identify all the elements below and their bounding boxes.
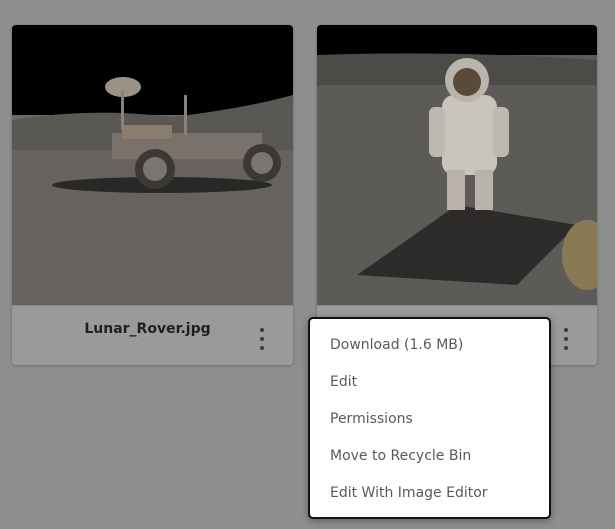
card-footer: Lunar_Rover.jpg [12, 305, 293, 365]
menu-item-download[interactable]: Download (1.6 MB) [310, 327, 549, 364]
menu-item-permissions[interactable]: Permissions [310, 401, 549, 438]
menu-item-move-to-recycle-bin[interactable]: Move to Recycle Bin [310, 438, 549, 475]
file-card-astronaut[interactable] [317, 25, 597, 365]
context-menu: Download (1.6 MB) Edit Permissions Move … [308, 317, 551, 519]
lunar-rover-thumbnail[interactable] [12, 25, 293, 305]
menu-item-edit[interactable]: Edit [310, 364, 549, 401]
more-vertical-icon[interactable] [561, 328, 571, 350]
more-vertical-icon[interactable] [257, 328, 267, 350]
astronaut-thumbnail[interactable] [317, 25, 597, 305]
file-card-lunar-rover[interactable]: Lunar_Rover.jpg [12, 25, 293, 365]
menu-item-edit-with-image-editor[interactable]: Edit With Image Editor [310, 475, 549, 512]
file-name: Lunar_Rover.jpg [84, 321, 211, 337]
